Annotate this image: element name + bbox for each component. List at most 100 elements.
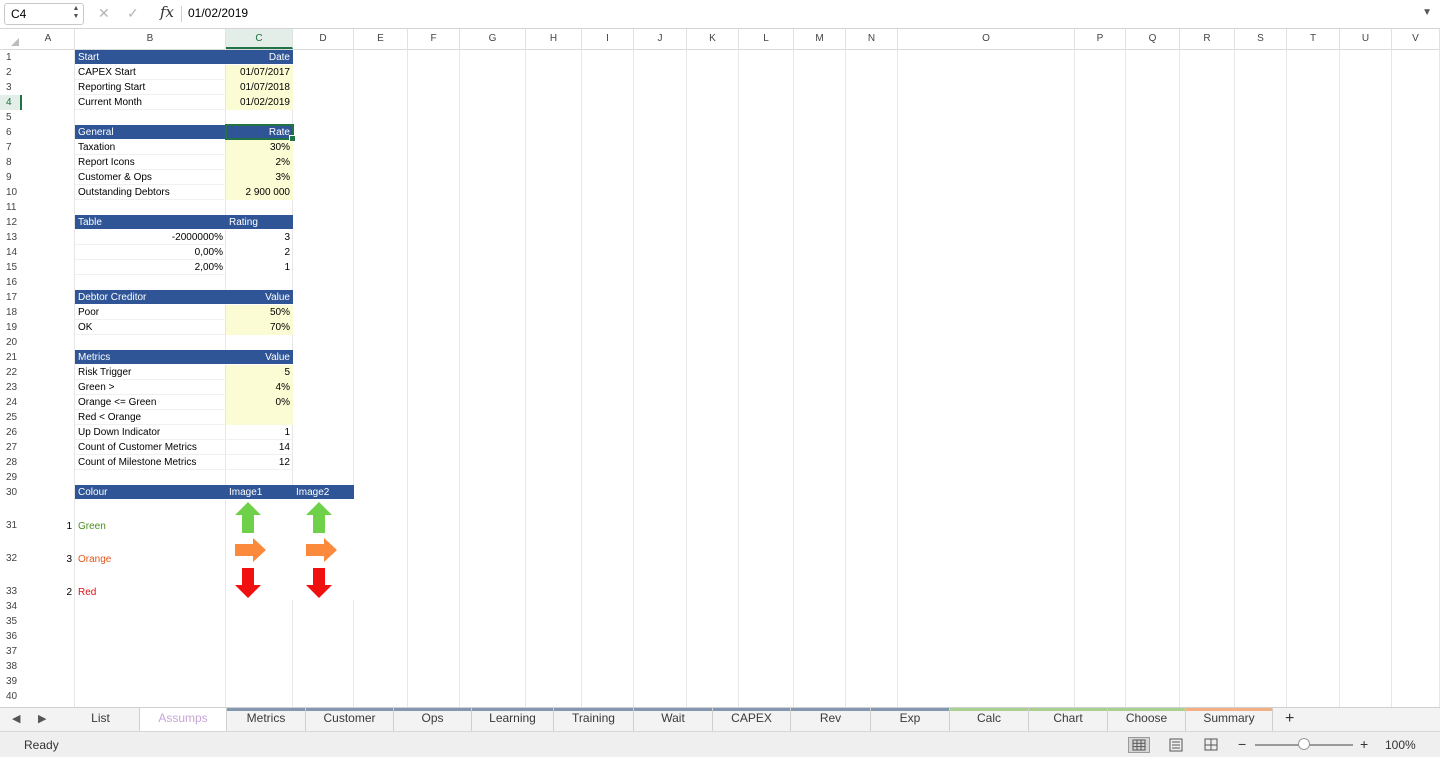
row-header-22[interactable]: 22 xyxy=(0,365,22,380)
column-header-u[interactable]: U xyxy=(1340,29,1392,49)
sheet-tab-customer[interactable]: Customer xyxy=(306,708,394,731)
name-box[interactable]: C4 ▲ ▼ xyxy=(4,3,84,25)
sheet-tab-list[interactable]: List xyxy=(62,708,140,731)
column-header-e[interactable]: E xyxy=(354,29,408,49)
cell-label[interactable]: OK xyxy=(75,320,226,335)
page-break-view-icon[interactable] xyxy=(1200,737,1222,753)
sheet-tab-wait[interactable]: Wait xyxy=(634,708,713,731)
zoom-level[interactable]: 100% xyxy=(1385,738,1416,752)
row-header-19[interactable]: 19 xyxy=(0,320,22,335)
cell-header[interactable]: Image2 xyxy=(293,485,354,500)
row-header-37[interactable]: 37 xyxy=(0,644,22,659)
sheet-tab-calc[interactable]: Calc xyxy=(950,708,1029,731)
cell-header[interactable]: Debtor Creditor xyxy=(75,290,226,305)
up-arrow-icon[interactable] xyxy=(306,502,332,533)
cell-header[interactable]: Table xyxy=(75,215,226,230)
right-arrow-icon[interactable] xyxy=(306,538,337,562)
cell-label[interactable]: Orange <= Green xyxy=(75,395,226,410)
column-header-l[interactable]: L xyxy=(739,29,794,49)
row-header-18[interactable]: 18 xyxy=(0,305,22,320)
row-header-8[interactable]: 8 xyxy=(0,155,22,170)
check-icon[interactable]: ✓ xyxy=(127,5,139,22)
cell-label[interactable]: CAPEX Start xyxy=(75,65,226,80)
sheet-tab-metrics[interactable]: Metrics xyxy=(227,708,306,731)
previous-sheet-icon[interactable]: ◀ xyxy=(12,712,20,725)
row-header-36[interactable]: 36 xyxy=(0,629,22,644)
column-header-c[interactable]: C xyxy=(226,29,293,49)
cell-header[interactable]: Start xyxy=(75,50,226,65)
cell-colour-label[interactable]: Green xyxy=(75,519,226,534)
column-header-v[interactable]: V xyxy=(1392,29,1440,49)
row-header-28[interactable]: 28 xyxy=(0,455,22,470)
sheet-tab-capex[interactable]: CAPEX xyxy=(713,708,791,731)
cell-label[interactable]: Risk Trigger xyxy=(75,365,226,380)
down-arrow-icon[interactable] xyxy=(306,568,332,598)
column-header-f[interactable]: F xyxy=(408,29,460,49)
cell-label[interactable]: Outstanding Debtors xyxy=(75,185,226,200)
cell-label[interactable]: Green > xyxy=(75,380,226,395)
next-sheet-icon[interactable]: ▶ xyxy=(38,712,46,725)
row-header-13[interactable]: 13 xyxy=(0,230,22,245)
row-header-9[interactable]: 9 xyxy=(0,170,22,185)
row-header-3[interactable]: 3 xyxy=(0,80,22,95)
row-header-27[interactable]: 27 xyxy=(0,440,22,455)
row-header-10[interactable]: 10 xyxy=(0,185,22,200)
row-header-24[interactable]: 24 xyxy=(0,395,22,410)
cell-label[interactable]: Customer & Ops xyxy=(75,170,226,185)
cell-header[interactable]: Value xyxy=(226,350,293,365)
row-header-2[interactable]: 2 xyxy=(0,65,22,80)
column-header-b[interactable]: B xyxy=(75,29,226,49)
cell-value[interactable]: 12 xyxy=(226,455,293,470)
column-header-s[interactable]: S xyxy=(1235,29,1287,49)
column-header-j[interactable]: J xyxy=(634,29,687,49)
select-all-corner[interactable] xyxy=(0,29,22,49)
column-header-d[interactable]: D xyxy=(293,29,354,49)
chevron-down-icon[interactable]: ▼ xyxy=(1422,7,1432,18)
column-header-a[interactable]: A xyxy=(22,29,75,49)
cell-label[interactable]: Poor xyxy=(75,305,226,320)
row-header-26[interactable]: 26 xyxy=(0,425,22,440)
cell-label[interactable]: Reporting Start xyxy=(75,80,226,95)
right-arrow-icon[interactable] xyxy=(235,538,266,562)
row-header-16[interactable]: 16 xyxy=(0,275,22,290)
cell-value[interactable]: 01/07/2018 xyxy=(226,80,293,95)
cell-header[interactable]: Image1 xyxy=(226,485,293,500)
cell-value[interactable]: 4% xyxy=(226,380,293,395)
cell-value[interactable]: 1 xyxy=(226,260,293,275)
sheet-tab-exp[interactable]: Exp xyxy=(871,708,950,731)
sheet-tab-ops[interactable]: Ops xyxy=(394,708,472,731)
cell-value[interactable]: 3 xyxy=(226,230,293,245)
row-header-31[interactable]: 31 xyxy=(0,500,22,533)
cell-value[interactable]: 3% xyxy=(226,170,293,185)
row-header-17[interactable]: 17 xyxy=(0,290,22,305)
row-header-23[interactable]: 23 xyxy=(0,380,22,395)
cell-label[interactable]: 2,00% xyxy=(75,260,226,275)
cell-value[interactable]: 70% xyxy=(226,320,293,335)
fill-handle[interactable] xyxy=(289,135,296,142)
row-header-25[interactable]: 25 xyxy=(0,410,22,425)
cell-header[interactable]: Colour xyxy=(75,485,226,500)
active-cell-selection[interactable] xyxy=(225,124,296,142)
row-header-29[interactable]: 29 xyxy=(0,470,22,485)
cell-label[interactable]: 0,00% xyxy=(75,245,226,260)
cell-value[interactable]: 14 xyxy=(226,440,293,455)
cell-value[interactable]: 2% xyxy=(226,155,293,170)
row-header-30[interactable]: 30 xyxy=(0,485,22,500)
row-header-14[interactable]: 14 xyxy=(0,245,22,260)
sheet-tab-assumps[interactable]: Assumps xyxy=(140,708,227,731)
cell-value[interactable]: 01/02/2019 xyxy=(226,95,293,110)
row-header-12[interactable]: 12 xyxy=(0,215,22,230)
sheet-tab-summary[interactable]: Summary xyxy=(1186,708,1273,731)
row-header-32[interactable]: 32 xyxy=(0,533,22,566)
column-header-k[interactable]: K xyxy=(687,29,739,49)
cell-colour-label[interactable]: Orange xyxy=(75,552,226,567)
sheet-tab-chart[interactable]: Chart xyxy=(1029,708,1108,731)
column-header-p[interactable]: P xyxy=(1075,29,1126,49)
row-header-1[interactable]: 1 xyxy=(0,50,22,65)
row-header-20[interactable]: 20 xyxy=(0,335,22,350)
spreadsheet-grid[interactable]: ABCDEFGHIJKLMNOPQRSTUV 1 2 3 4 5 6 7 8 9 10 11 12 13… xyxy=(0,29,1440,707)
close-icon[interactable]: ✕ xyxy=(98,5,110,22)
cell-value[interactable]: 01/07/2017 xyxy=(226,65,293,80)
sheet-tab-rev[interactable]: Rev xyxy=(791,708,871,731)
cell-colour-label[interactable]: Red xyxy=(75,585,226,600)
